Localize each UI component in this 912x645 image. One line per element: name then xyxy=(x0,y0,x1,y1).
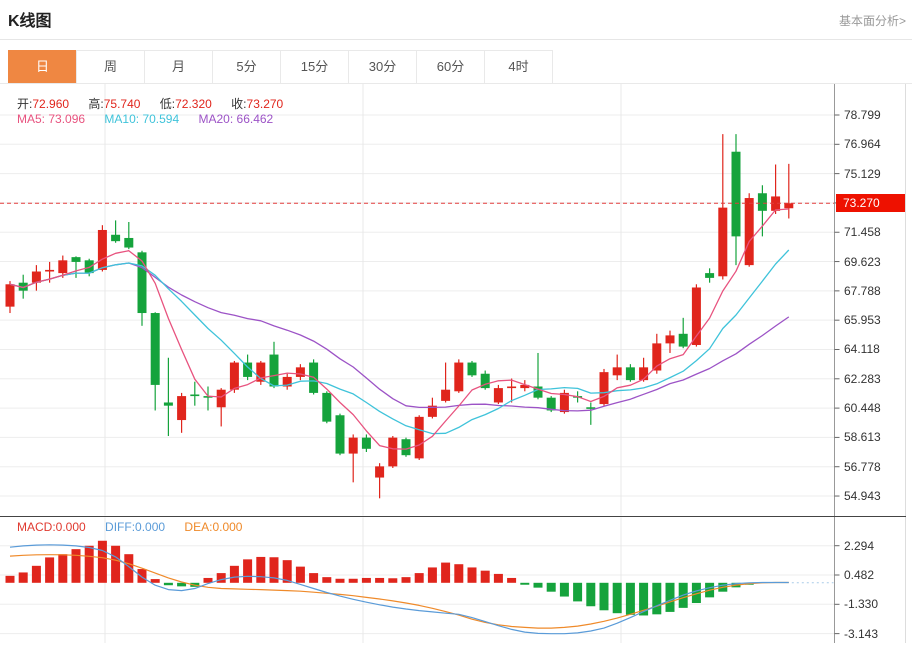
low-value: 低:72.320 xyxy=(160,97,212,111)
dea-value: DEA:0.000 xyxy=(184,520,242,534)
price-axis-label: 56.778 xyxy=(844,460,881,474)
ohlc-legend: 开:72.960 高:75.740 低:72.320 收:73.270 xyxy=(17,95,299,112)
ma20-value: MA20: 66.462 xyxy=(198,112,273,126)
price-axis-label: 62.283 xyxy=(844,372,881,386)
price-axis-label: 78.799 xyxy=(844,108,881,122)
price-axis-label: 75.129 xyxy=(844,167,881,181)
price-axis-label: 64.118 xyxy=(844,342,880,356)
price-axis-label: 67.788 xyxy=(844,284,881,298)
macd-axis-label: -3.143 xyxy=(844,627,878,641)
ma10-value: MA10: 70.594 xyxy=(104,112,179,126)
macd-axis-label: 0.482 xyxy=(844,568,874,582)
price-axis-label: 54.943 xyxy=(844,489,881,503)
macd-axis-label: -1.330 xyxy=(844,597,878,611)
macd-axis-label: 2.294 xyxy=(844,539,874,553)
macd-value: MACD:0.000 xyxy=(17,520,86,534)
price-axis-label: 60.448 xyxy=(844,401,881,415)
price-axis-label: 58.613 xyxy=(844,430,881,444)
macd-legend: MACD:0.000 DIFF:0.000 DEA:0.000 xyxy=(17,520,258,534)
price-axis-label: 71.458 xyxy=(844,225,881,239)
current-price-tag: 73.270 xyxy=(836,194,905,212)
ma5-value: MA5: 73.096 xyxy=(17,112,85,126)
ma-legend: MA5: 73.096 MA10: 70.594 MA20: 66.462 xyxy=(17,112,289,126)
price-axis-label: 76.964 xyxy=(844,137,881,151)
close-value: 收:73.270 xyxy=(231,97,283,111)
diff-value: DIFF:0.000 xyxy=(105,520,165,534)
price-axis-label: 65.953 xyxy=(844,313,881,327)
price-axis-label: 69.623 xyxy=(844,255,881,269)
high-value: 高:75.740 xyxy=(88,97,140,111)
open-value: 开:72.960 xyxy=(17,97,69,111)
